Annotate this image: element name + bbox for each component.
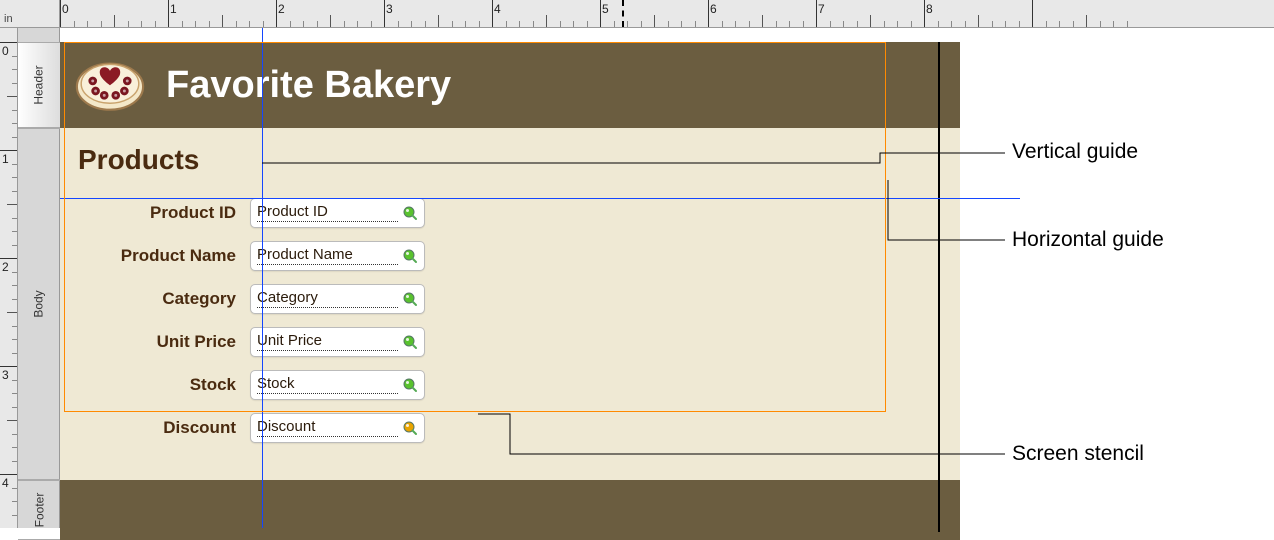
section-body-label: Body <box>32 290 46 317</box>
field-label: Unit Price <box>60 332 250 352</box>
field-edit-box[interactable]: Stock <box>250 370 425 400</box>
page-title: Favorite Bakery <box>166 64 451 107</box>
field-edit-box[interactable]: Product ID <box>250 198 425 228</box>
field-label: Stock <box>60 375 250 395</box>
ruler-unit-label: in <box>4 13 13 25</box>
field-value: Stock <box>257 376 398 394</box>
field-row: Product Name Product Name <box>60 241 425 271</box>
layout-footer[interactable] <box>60 480 960 540</box>
ruler-corner: in <box>0 0 60 28</box>
ruler-h-number: 7 <box>818 2 825 16</box>
ruler-v-number: 1 <box>2 152 9 166</box>
ruler-h-number: 0 <box>62 2 69 16</box>
ruler-h-number: 3 <box>386 2 393 16</box>
field-edit-box[interactable]: Category <box>250 284 425 314</box>
magnify-icon[interactable] <box>402 377 418 393</box>
ruler-h-number: 1 <box>170 2 177 16</box>
section-body-tab[interactable]: Body <box>18 128 60 480</box>
layout-canvas[interactable]: Favorite Bakery Products Product IDProdu… <box>60 28 960 528</box>
field-edit-box[interactable]: Product Name <box>250 241 425 271</box>
layout-header[interactable]: Favorite Bakery <box>60 42 960 128</box>
ruler-cursor-marker <box>622 0 624 27</box>
section-footer-tab[interactable]: Footer <box>18 480 60 540</box>
field-label: Product Name <box>60 246 250 266</box>
field-row: Unit Price Unit Price <box>60 327 425 357</box>
layout-body[interactable]: Products Product ID Product ID Product Nam… <box>60 128 960 480</box>
magnify-icon[interactable] <box>402 248 418 264</box>
annotation-horizontal-guide: Horizontal guide <box>1012 228 1164 252</box>
ruler-h-number: 6 <box>710 2 717 16</box>
field-label: Category <box>60 289 250 309</box>
ruler-v-number: 0 <box>2 44 9 58</box>
annotation-vertical-guide: Vertical guide <box>1012 140 1138 164</box>
field-value: Unit Price <box>257 333 398 351</box>
magnify-icon[interactable] <box>402 205 418 221</box>
annotation-screen-stencil: Screen stencil <box>1012 442 1144 466</box>
field-row: Product ID Product ID <box>60 198 425 228</box>
ruler-h-number: 2 <box>278 2 285 16</box>
section-header-label: Header <box>32 65 46 104</box>
field-edit-box[interactable]: Discount <box>250 413 425 443</box>
ruler-v-number: 3 <box>2 368 9 382</box>
field-value: Category <box>257 290 398 308</box>
ruler-h-number: 8 <box>926 2 933 16</box>
section-gutter: Header Body Footer <box>18 28 60 528</box>
body-section-title: Products <box>78 144 199 176</box>
ruler-v-number: 2 <box>2 260 9 274</box>
ruler-h-number: 5 <box>602 2 609 16</box>
section-header-tab[interactable]: Header <box>18 42 60 128</box>
horizontal-ruler[interactable]: 0 1 2 3 4 5 6 7 8 <box>60 0 1274 28</box>
section-footer-label: Footer <box>32 493 46 528</box>
field-label: Product ID <box>60 203 250 223</box>
ruler-h-number: 4 <box>494 2 501 16</box>
field-value: Product ID <box>257 204 398 222</box>
field-row: Stock Stock <box>60 370 425 400</box>
logo-icon <box>74 55 146 115</box>
magnify-icon[interactable] <box>402 420 418 436</box>
field-edit-box[interactable]: Unit Price <box>250 327 425 357</box>
field-row: Discount Discount <box>60 413 425 443</box>
field-label: Discount <box>60 418 250 438</box>
field-value: Discount <box>257 419 398 437</box>
ruler-v-number: 4 <box>2 476 9 490</box>
vertical-ruler[interactable]: 0 1 2 3 4 <box>0 28 18 528</box>
field-value: Product Name <box>257 247 398 265</box>
magnify-icon[interactable] <box>402 291 418 307</box>
magnify-icon[interactable] <box>402 334 418 350</box>
paper-edge <box>938 42 940 532</box>
field-row: Category Category <box>60 284 425 314</box>
